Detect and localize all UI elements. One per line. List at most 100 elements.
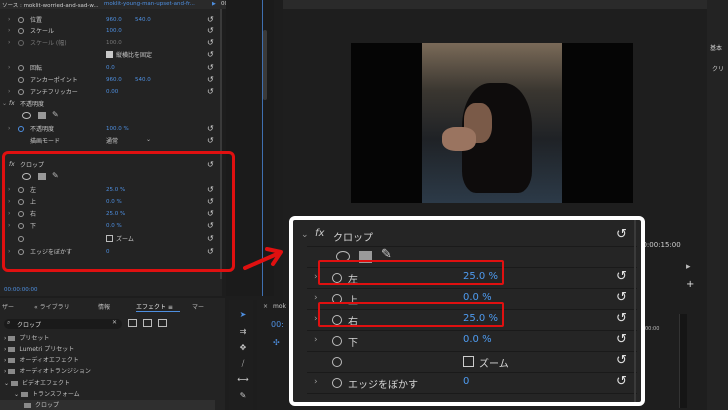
tree-item[interactable]: › プリセット [0, 333, 215, 343]
chevron-down-icon[interactable]: ⌄ [301, 230, 309, 240]
yuv-filter-icon[interactable] [158, 319, 167, 327]
reset-icon[interactable]: ↺ [207, 75, 214, 84]
chevron-right-icon[interactable]: › [8, 39, 10, 46]
chevron-right-icon[interactable]: › [8, 88, 10, 95]
tree-item[interactable]: ⌄ トランスフォーム [0, 389, 215, 399]
stopwatch-icon[interactable] [18, 64, 24, 71]
sequence-label[interactable]: moklit-young-man-upset-and-fr... [104, 1, 195, 7]
chevron-right-icon[interactable]: › [314, 293, 318, 303]
chevron-right-icon[interactable]: › [8, 27, 10, 34]
clear-icon[interactable]: ✕ [112, 319, 117, 326]
effect-controls-timecode[interactable]: 00:00:00:00 [4, 287, 38, 293]
panel-tab[interactable]: クリ [712, 64, 724, 73]
chevron-down-icon[interactable]: ⌄ [146, 136, 151, 143]
chevron-right-icon[interactable]: › [8, 64, 10, 71]
reset-icon[interactable]: ↺ [616, 311, 627, 326]
reset-icon[interactable]: ↺ [207, 87, 214, 96]
crop-title: クロップ [333, 233, 373, 244]
effects-search[interactable]: ⌕ クロップ ✕ [4, 319, 122, 329]
reset-icon[interactable]: ↺ [616, 374, 627, 389]
chevron-down-icon[interactable]: ⌄ [2, 100, 7, 107]
stopwatch-icon[interactable] [332, 357, 342, 367]
reset-icon[interactable]: ↺ [207, 15, 214, 24]
ripple-edit-icon[interactable]: ✥ [237, 343, 249, 355]
stopwatch-icon[interactable] [18, 76, 24, 83]
param-value-y[interactable]: 540.0 [135, 17, 151, 23]
param-value-x[interactable]: 960.0 [106, 77, 122, 83]
tree-item-selected[interactable]: クロップ [0, 400, 215, 410]
stopwatch-icon[interactable] [18, 125, 24, 132]
param-value[interactable]: 100.0 [106, 40, 122, 46]
param-value[interactable]: 0.0 [106, 65, 115, 71]
track-select-icon[interactable]: ⇉ [237, 327, 249, 339]
reset-icon[interactable]: ↺ [616, 332, 627, 347]
stopwatch-icon[interactable] [332, 336, 342, 346]
tree-item[interactable]: ⌄ ビデオエフェクト [0, 378, 215, 388]
reset-icon[interactable]: ↺ [207, 50, 214, 59]
add-button-icon[interactable]: + [686, 279, 694, 290]
divider [307, 393, 637, 394]
chevron-right-icon[interactable]: › [314, 335, 318, 345]
tab-info[interactable]: 情報 [98, 302, 110, 311]
reset-icon[interactable]: ↺ [207, 38, 214, 47]
blend-select[interactable]: 通常 [106, 136, 118, 145]
double-chevron-icon: « [34, 304, 38, 311]
pen-tool-icon[interactable]: ✎ [237, 391, 249, 403]
left-value-highlight [318, 260, 504, 285]
fx-icon[interactable]: fx [315, 228, 324, 239]
selection-tool-icon[interactable]: ➤ [237, 310, 249, 322]
reset-icon[interactable]: ↺ [616, 227, 627, 242]
razor-tool-icon[interactable]: ⧸ [237, 359, 249, 371]
close-icon[interactable]: × [263, 303, 268, 310]
rect-mask-icon[interactable] [38, 112, 46, 119]
reset-icon[interactable]: ↺ [616, 353, 627, 368]
stopwatch-icon[interactable] [18, 88, 24, 95]
param-value-y[interactable]: 540.0 [135, 77, 151, 83]
reset-icon[interactable]: ↺ [207, 26, 214, 35]
chevron-right-icon[interactable]: › [314, 377, 318, 387]
tab-markers[interactable]: マー [192, 302, 204, 311]
chevron-right-icon[interactable]: › [8, 125, 10, 132]
pen-mask-icon[interactable]: ✎ [52, 110, 59, 119]
reset-icon[interactable]: ↺ [207, 136, 214, 145]
scrollbar[interactable] [634, 220, 636, 402]
tab-user[interactable]: ザー [2, 302, 14, 311]
fx-icon[interactable]: fx [9, 100, 15, 107]
ellipse-mask-icon[interactable] [22, 112, 31, 119]
timeline-timecode[interactable]: 00: [271, 320, 284, 329]
search-input[interactable]: クロップ [17, 320, 41, 329]
opacity-header[interactable]: ⌄ fx 不透明度 [0, 98, 218, 109]
fullscreen-icon[interactable]: ▸ [686, 262, 691, 272]
scrollbar[interactable] [263, 30, 267, 100]
param-value-x[interactable]: 960.0 [106, 17, 122, 23]
timeline-ruler-label: 00:00 [645, 326, 660, 332]
param-value[interactable]: 0.00 [106, 89, 118, 95]
tree-item[interactable]: › Lumetri プリセット [0, 344, 215, 354]
tab-effects[interactable]: エフェクト ≡ [136, 302, 173, 311]
param-value[interactable]: 100.0 % [106, 126, 129, 132]
reset-icon[interactable]: ↺ [207, 63, 214, 72]
param-value[interactable]: 100.0 [106, 28, 122, 34]
reset-icon[interactable]: ↺ [616, 269, 627, 284]
param-value[interactable]: 0.0 % [463, 334, 492, 345]
zoom-crop-header[interactable]: ⌄ fx クロップ ↺ [293, 226, 641, 246]
tab-libraries[interactable]: « ライブラリ [34, 302, 70, 311]
stopwatch-icon[interactable] [18, 39, 24, 46]
checkbox-checked[interactable] [106, 51, 113, 58]
accelerated-filter-icon[interactable] [128, 319, 137, 327]
param-value[interactable]: 0 [463, 376, 469, 387]
chevron-right-icon[interactable]: › [8, 16, 10, 23]
reset-icon[interactable]: ↺ [616, 290, 627, 305]
reset-icon[interactable]: ↺ [207, 124, 214, 133]
source-label[interactable]: ソース : moklit-worried-and-sad-w... [2, 1, 99, 9]
zoom-checkbox[interactable] [463, 356, 474, 367]
timeline-tab[interactable]: mok [273, 303, 286, 310]
32bit-filter-icon[interactable] [143, 319, 152, 327]
stopwatch-icon[interactable] [18, 27, 24, 34]
tree-item[interactable]: › オーディオエフェクト [0, 355, 215, 365]
slip-tool-icon[interactable]: ⟷ [237, 375, 249, 387]
snap-icon[interactable]: ✣ [273, 338, 280, 347]
stopwatch-icon[interactable] [332, 378, 342, 388]
stopwatch-icon[interactable] [18, 16, 24, 23]
tree-item[interactable]: › オーディオトランジション [0, 366, 215, 376]
